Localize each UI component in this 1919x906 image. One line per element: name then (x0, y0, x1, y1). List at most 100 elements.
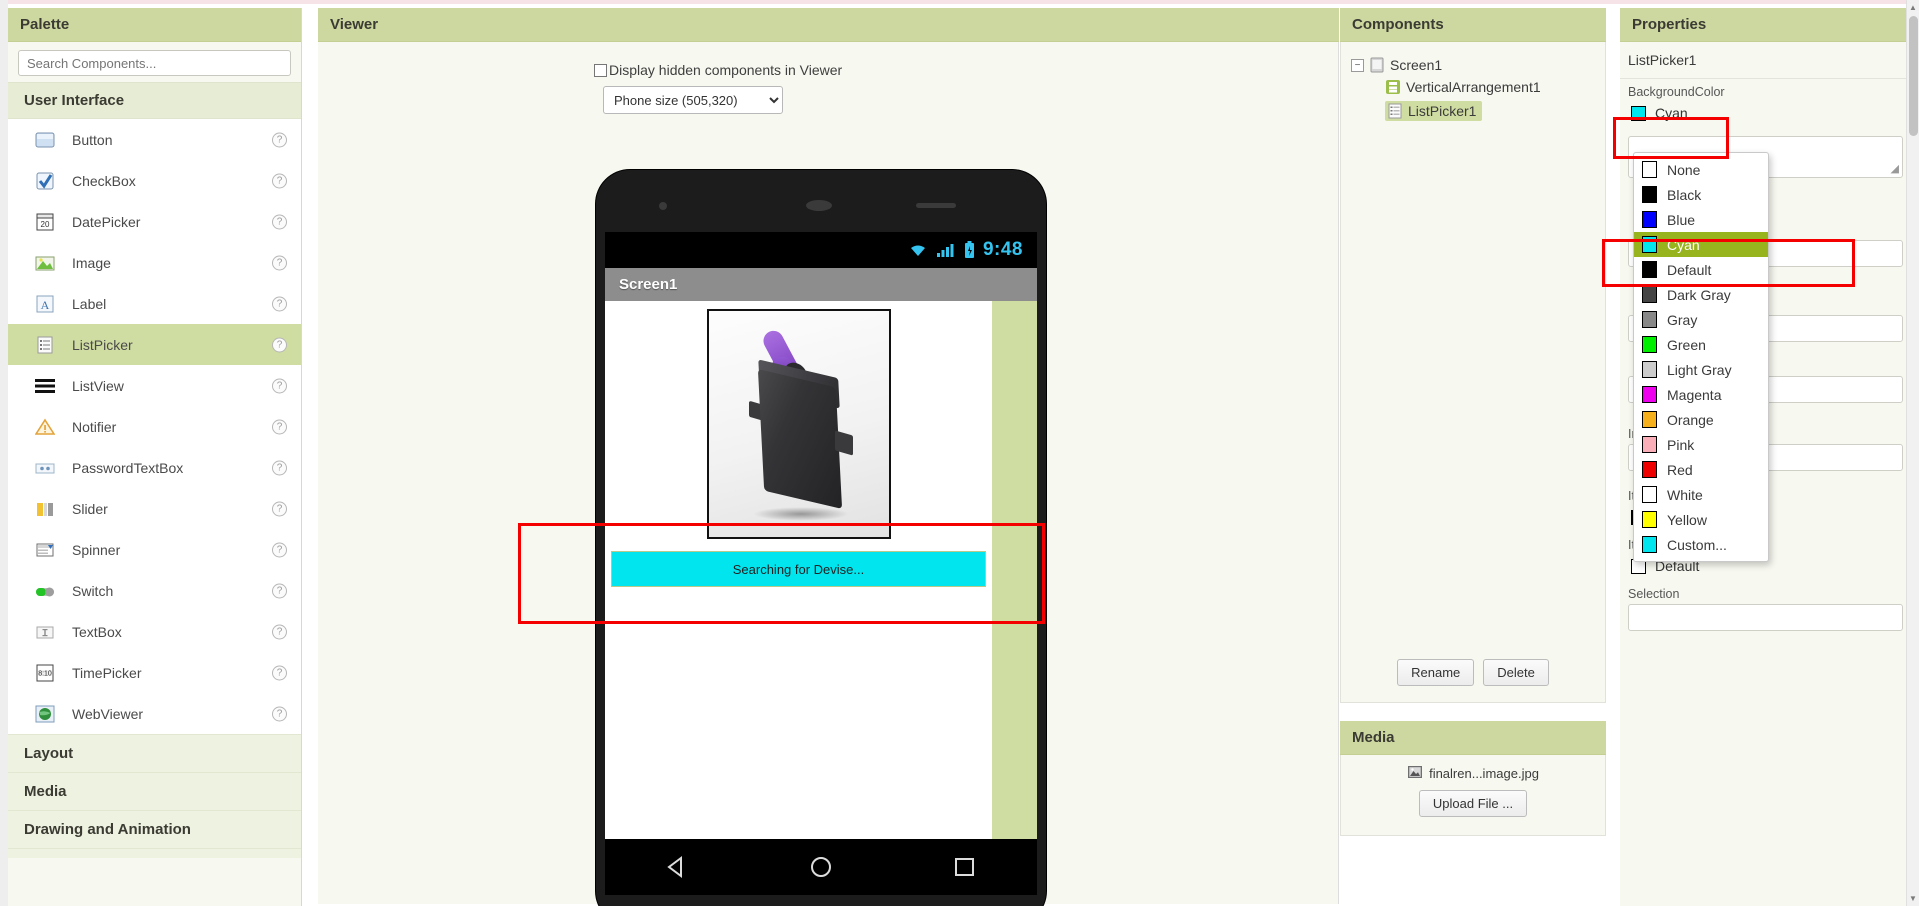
media-file-item[interactable]: finalren...image.jpg (1407, 764, 1539, 783)
palette-category-layout[interactable]: Layout (8, 734, 301, 772)
color-option-default[interactable]: Default (1634, 257, 1768, 282)
help-icon[interactable]: ? (272, 583, 287, 598)
phone-size-select[interactable]: Phone size (505,320) (603, 86, 783, 114)
palette-item-switch[interactable]: Switch ? (8, 570, 301, 611)
back-icon[interactable] (664, 855, 690, 879)
page-scrollbar[interactable]: ▲ ▼ (1906, 0, 1919, 906)
help-icon[interactable]: ? (272, 255, 287, 270)
palette-category-drawing-and-animation[interactable]: Drawing and Animation (8, 810, 301, 848)
palette-item-passwordtextbox[interactable]: PasswordTextBox ? (8, 447, 301, 488)
backgroundcolor-value-button[interactable]: Cyan (1628, 102, 1903, 124)
color-option-label: Green (1667, 336, 1706, 353)
display-hidden-checkbox[interactable] (594, 63, 607, 77)
help-icon[interactable]: ? (272, 214, 287, 229)
color-option-blue[interactable]: Blue (1634, 207, 1768, 232)
properties-title: Properties (1620, 8, 1911, 42)
help-icon[interactable]: ? (272, 337, 287, 352)
color-option-custom[interactable]: Custom... (1634, 532, 1768, 557)
rename-button[interactable]: Rename (1397, 659, 1475, 686)
color-option-green[interactable]: Green (1634, 332, 1768, 357)
color-swatch (1642, 461, 1657, 478)
tree-collapse-toggle[interactable]: − (1351, 58, 1364, 72)
palette-item-slider[interactable]: Slider ? (8, 488, 301, 529)
help-icon[interactable]: ? (272, 501, 287, 516)
color-option-gray[interactable]: Gray (1634, 307, 1768, 332)
help-icon[interactable]: ? (272, 460, 287, 475)
palette-item-datepicker[interactable]: 20 DatePicker ? (8, 201, 301, 242)
color-swatch (1642, 486, 1657, 503)
color-swatch (1642, 236, 1657, 253)
selection-value-input[interactable] (1628, 604, 1903, 631)
viewer-panel: Viewer Display hidden components in View… (318, 8, 1339, 906)
color-option-cyan[interactable]: Cyan (1634, 232, 1768, 257)
home-icon[interactable] (808, 855, 834, 879)
recent-apps-icon[interactable] (952, 855, 978, 879)
palette-item-spinner[interactable]: Spinner ? (8, 529, 301, 570)
palette-category-partial[interactable] (8, 848, 301, 858)
scrollbar-thumb[interactable] (1909, 16, 1918, 136)
color-option-magenta[interactable]: Magenta (1634, 382, 1768, 407)
signal-icon (936, 244, 954, 257)
palette-item-listview[interactable]: ListView ? (8, 365, 301, 406)
help-icon[interactable]: ? (272, 132, 287, 147)
tree-item-screen1[interactable]: − Screen1 (1351, 54, 1595, 76)
top-edge-strip (0, 0, 1919, 4)
arrangement-empty-space (992, 301, 1037, 839)
color-option-pink[interactable]: Pink (1634, 432, 1768, 457)
palette-item-label: Slider (72, 500, 108, 517)
color-option-none[interactable]: None (1634, 157, 1768, 182)
palette-item-webviewer[interactable]: WebViewer ? (8, 693, 301, 734)
palette-item-button[interactable]: Button ? (8, 119, 301, 160)
color-swatch (1642, 336, 1657, 353)
backgroundcolor-dropdown-popup[interactable]: None Black Blue Cyan Default Dark Gray G… (1633, 152, 1769, 562)
property-backgroundcolor: BackgroundColor Cyan (1620, 79, 1911, 124)
help-icon[interactable]: ? (272, 542, 287, 557)
phone-mockup: 9:48 Screen1 Searching for Devise... (596, 170, 1046, 906)
color-option-orange[interactable]: Orange (1634, 407, 1768, 432)
palette-item-image[interactable]: Image ? (8, 242, 301, 283)
color-option-black[interactable]: Black (1634, 182, 1768, 207)
palette-item-timepicker[interactable]: 8:10 TimePicker ? (8, 652, 301, 693)
display-hidden-components-row[interactable]: Display hidden components in Viewer (594, 62, 894, 78)
palette-item-listpicker[interactable]: ListPicker ? (8, 324, 301, 365)
image-component[interactable] (706, 309, 891, 539)
tree-item-listpicker1[interactable]: ListPicker1 (1351, 98, 1595, 124)
color-option-label: Dark Gray (1667, 286, 1731, 303)
servo-shadow (752, 507, 849, 521)
color-option-light-gray[interactable]: Light Gray (1634, 357, 1768, 382)
color-option-red[interactable]: Red (1634, 457, 1768, 482)
palette-item-textbox[interactable]: TextBox ? (8, 611, 301, 652)
help-icon[interactable]: ? (272, 173, 287, 188)
color-option-white[interactable]: White (1634, 482, 1768, 507)
delete-button[interactable]: Delete (1483, 659, 1549, 686)
color-swatch (1642, 536, 1657, 553)
vertical-arrangement-1[interactable]: Searching for Devise... (605, 301, 992, 839)
screen-title-bar: Screen1 (605, 268, 1037, 301)
components-title: Components (1340, 8, 1606, 42)
upload-file-button[interactable]: Upload File ... (1418, 790, 1528, 817)
help-icon[interactable]: ? (272, 624, 287, 639)
tree-item-verticalarrangement1[interactable]: VerticalArrangement1 (1351, 76, 1595, 98)
spinner-icon (34, 539, 56, 561)
palette-item-label[interactable]: A Label ? (8, 283, 301, 324)
color-option-label: Blue (1667, 211, 1696, 228)
resize-grip-icon[interactable]: ◢ (1891, 162, 1899, 175)
palette-category-user-interface[interactable]: User Interface (8, 82, 301, 119)
color-option-dark-gray[interactable]: Dark Gray (1634, 282, 1768, 307)
scroll-down-arrow[interactable]: ▼ (1909, 894, 1917, 903)
palette-item-checkbox[interactable]: CheckBox ? (8, 160, 301, 201)
palette-category-media[interactable]: Media (8, 772, 301, 810)
palette-item-label: DatePicker (72, 213, 141, 230)
color-option-yellow[interactable]: Yellow (1634, 507, 1768, 532)
help-icon[interactable]: ? (272, 378, 287, 393)
help-icon[interactable]: ? (272, 296, 287, 311)
scroll-up-arrow[interactable]: ▲ (1909, 3, 1917, 12)
search-components-input[interactable] (18, 50, 291, 76)
listpicker-1-component[interactable]: Searching for Devise... (611, 551, 986, 587)
color-option-label: Yellow (1667, 511, 1707, 528)
help-icon[interactable]: ? (272, 706, 287, 721)
component-tree: − Screen1 VerticalArrangement1 ListPicke… (1341, 42, 1605, 124)
help-icon[interactable]: ? (272, 665, 287, 680)
help-icon[interactable]: ? (272, 419, 287, 434)
palette-item-notifier[interactable]: Notifier ? (8, 406, 301, 447)
